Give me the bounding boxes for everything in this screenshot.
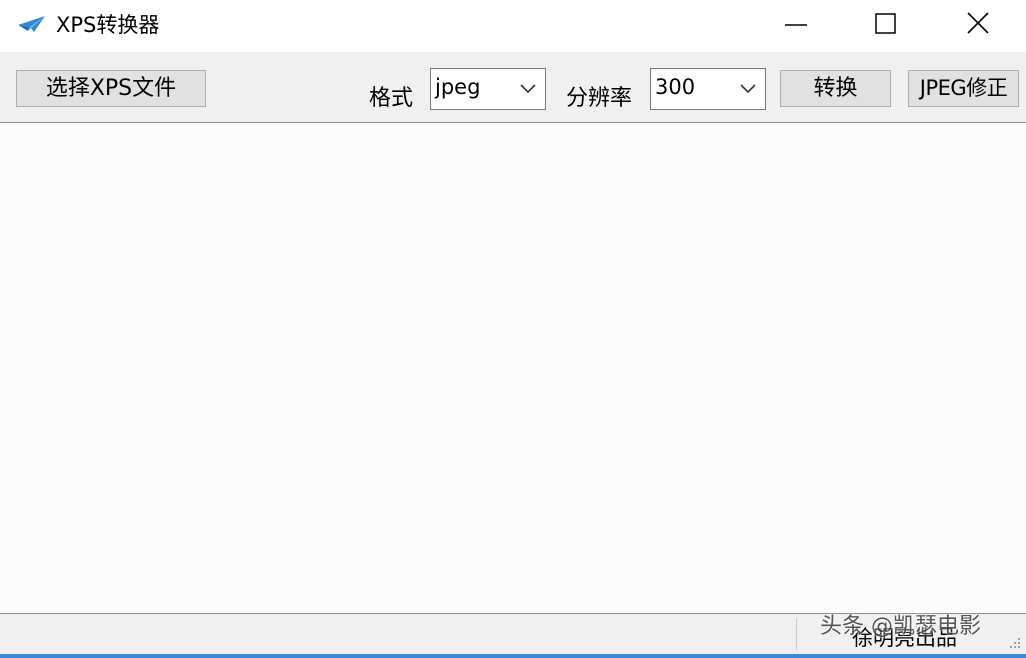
minimize-button[interactable] xyxy=(750,0,842,50)
window-bottom-border xyxy=(0,654,1026,658)
toolbar: 选择XPS文件 格式 jpeg 分辨率 300 转换 JPEG修正 xyxy=(0,52,1026,122)
status-divider xyxy=(796,618,797,650)
format-label: 格式 xyxy=(369,86,414,111)
resolution-label: 分辨率 xyxy=(566,86,633,111)
minimize-icon xyxy=(785,24,807,26)
app-window: XPS转换器 选择XPS文件 格式 jpeg 分辨率 300 转换 JPEG修正… xyxy=(0,0,1026,658)
jpeg-fix-button[interactable]: JPEG修正 xyxy=(908,70,1019,107)
resize-grip-icon[interactable] xyxy=(1008,636,1022,650)
resolution-dropdown[interactable]: 300 xyxy=(650,68,766,110)
chevron-down-icon xyxy=(740,84,756,94)
resolution-value: 300 xyxy=(655,75,696,99)
file-list-panel[interactable] xyxy=(0,122,1026,614)
maximize-button[interactable] xyxy=(840,0,932,50)
watermark-text: 头条 @凯瑟电影 xyxy=(820,614,981,639)
paper-plane-icon xyxy=(16,14,46,34)
chevron-down-icon xyxy=(520,84,536,94)
maximize-icon xyxy=(875,13,896,34)
format-dropdown[interactable]: jpeg xyxy=(430,68,546,110)
close-button[interactable] xyxy=(932,0,1024,50)
select-xps-file-button[interactable]: 选择XPS文件 xyxy=(16,70,206,107)
title-bar[interactable]: XPS转换器 xyxy=(0,0,1026,52)
window-title: XPS转换器 xyxy=(56,13,160,37)
format-value: jpeg xyxy=(435,75,481,99)
close-icon xyxy=(967,12,989,34)
convert-button[interactable]: 转换 xyxy=(780,70,891,107)
